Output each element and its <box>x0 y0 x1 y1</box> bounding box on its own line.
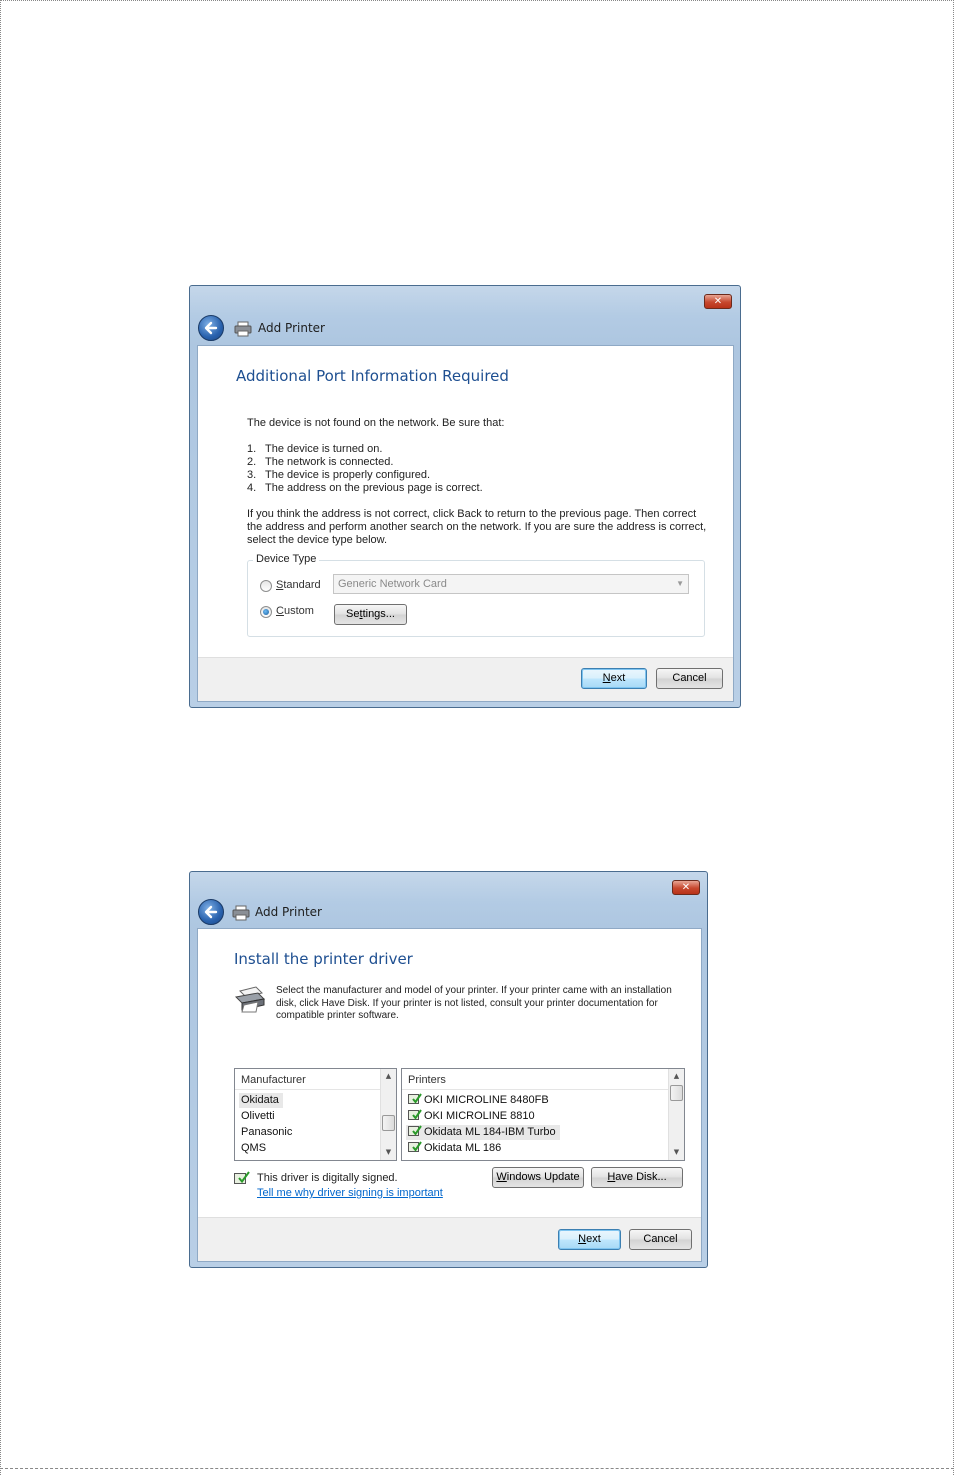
printer-item[interactable]: Okidata ML 186 <box>406 1141 501 1156</box>
custom-radio-label[interactable]: Custom <box>276 605 314 617</box>
back-arrow-icon <box>204 321 218 335</box>
cancel-button[interactable]: Cancel <box>656 668 723 689</box>
signed-status-text: This driver is digitally signed. <box>257 1172 398 1184</box>
manufacturer-item[interactable]: Okidata <box>239 1093 283 1108</box>
scroll-thumb[interactable] <box>670 1085 683 1101</box>
windows-update-button[interactable]: Windows Update <box>492 1167 584 1188</box>
window-title: Add Printer <box>258 321 325 335</box>
next-button[interactable]: Next <box>558 1229 621 1250</box>
manufacturer-scrollbar[interactable]: ▲ ▼ <box>380 1069 396 1160</box>
close-button[interactable]: ✕ <box>672 880 700 895</box>
manufacturer-item[interactable]: QMS <box>239 1141 266 1156</box>
add-printer-dialog-install-driver: ✕ Add Printer Install the printer driver… <box>189 871 708 1268</box>
scroll-thumb[interactable] <box>382 1115 395 1131</box>
scroll-down-icon[interactable]: ▼ <box>669 1145 684 1160</box>
dialog-footer: Next Cancel <box>198 1217 701 1261</box>
signed-driver-icon <box>408 1141 422 1152</box>
page-heading: Install the printer driver <box>234 950 413 968</box>
intro-text: The device is not found on the network. … <box>247 417 505 429</box>
device-type-legend: Device Type <box>253 553 320 565</box>
chevron-down-icon: ▼ <box>676 579 684 588</box>
standard-radio[interactable] <box>260 580 272 592</box>
printers-list[interactable]: Printers OKI MICROLINE 8480FB OKI MICROL… <box>401 1068 685 1161</box>
list-item: 3. The device is properly configured. <box>247 469 431 481</box>
signed-driver-icon <box>408 1125 422 1136</box>
signed-driver-icon <box>408 1109 422 1120</box>
printer-item[interactable]: OKI MICROLINE 8810 <box>406 1109 535 1124</box>
printers-scrollbar[interactable]: ▲ ▼ <box>668 1069 684 1160</box>
standard-device-select[interactable]: Generic Network Card ▼ <box>333 574 689 594</box>
add-printer-dialog-port-info: ✕ Add Printer Additional Port Informatio… <box>189 285 741 708</box>
window-title: Add Printer <box>255 905 322 919</box>
scroll-down-icon[interactable]: ▼ <box>381 1145 396 1160</box>
dialog-content: Install the printer driver Select the ma… <box>197 928 702 1262</box>
instructions-paragraph: If you think the address is not correct,… <box>247 508 707 546</box>
standard-radio-label[interactable]: Standard <box>276 579 321 591</box>
cancel-button[interactable]: Cancel <box>629 1229 692 1250</box>
digital-signature-icon <box>234 1171 250 1184</box>
manufacturer-item[interactable]: Panasonic <box>239 1125 292 1140</box>
page-bottom-rule <box>0 1468 954 1469</box>
next-button[interactable]: Next <box>581 668 647 689</box>
close-button[interactable]: ✕ <box>704 294 732 309</box>
printer-icon <box>234 321 252 337</box>
manufacturer-item[interactable]: Olivetti <box>239 1109 275 1124</box>
dialog-content: Additional Port Information Required The… <box>197 345 734 702</box>
printer-install-icon <box>234 986 266 1013</box>
back-button[interactable] <box>198 899 224 925</box>
list-item: 4. The address on the previous page is co… <box>247 482 483 494</box>
printer-icon <box>232 905 250 921</box>
settings-button[interactable]: Settings... <box>334 604 407 625</box>
have-disk-button[interactable]: Have Disk... <box>591 1167 683 1188</box>
back-arrow-icon <box>204 905 218 919</box>
page-heading: Additional Port Information Required <box>236 367 509 385</box>
custom-radio[interactable] <box>260 606 272 618</box>
manufacturer-list[interactable]: Manufacturer Okidata Olivetti Panasonic … <box>234 1068 397 1161</box>
scroll-up-icon[interactable]: ▲ <box>669 1069 684 1084</box>
printer-item[interactable]: Okidata ML 184-IBM Turbo <box>406 1125 560 1140</box>
back-button[interactable] <box>198 315 224 341</box>
signed-driver-icon <box>408 1093 422 1104</box>
manufacturer-header: Manufacturer <box>235 1069 380 1090</box>
list-item: 1. The device is turned on. <box>247 443 383 455</box>
printers-header: Printers <box>402 1069 668 1090</box>
driver-signing-link[interactable]: Tell me why driver signing is important <box>257 1187 443 1199</box>
driver-description: Select the manufacturer and model of you… <box>276 985 672 1021</box>
dialog-footer: Next Cancel <box>198 657 733 701</box>
scroll-up-icon[interactable]: ▲ <box>381 1069 396 1084</box>
list-item: 2. The network is connected. <box>247 456 394 468</box>
printer-item[interactable]: OKI MICROLINE 8480FB <box>406 1093 549 1108</box>
standard-device-value: Generic Network Card <box>338 578 447 590</box>
device-type-group <box>247 560 705 637</box>
